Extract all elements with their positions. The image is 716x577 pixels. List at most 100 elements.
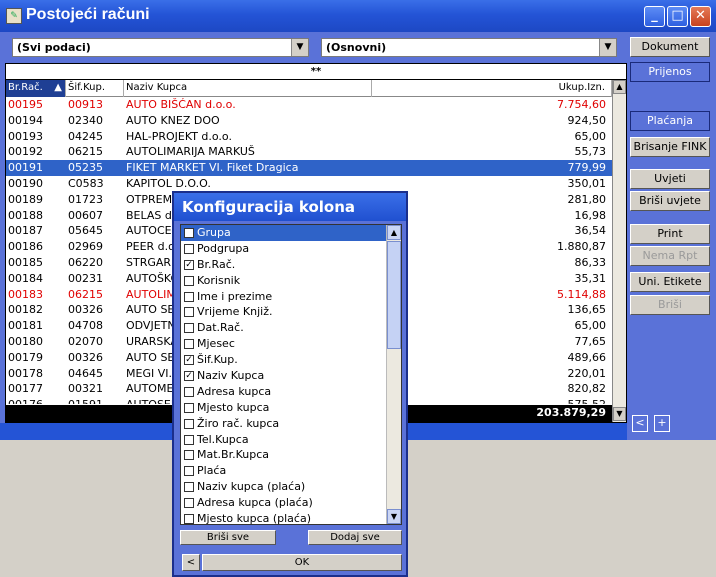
table-row[interactable]: 00194 02340 AUTO KNEZ DOO 924,50 [6, 113, 612, 129]
cell-naziv-kupca: AUTOLIMARIJA MARKUŠ [126, 145, 255, 159]
uvjeti-button[interactable]: Uvjeti [630, 169, 710, 189]
clear-all-button[interactable]: Briši sve [180, 530, 276, 545]
checkbox[interactable]: ✓ [184, 355, 194, 366]
prev-button[interactable]: < [632, 415, 648, 432]
checkbox[interactable] [184, 228, 194, 238]
checkbox[interactable] [184, 466, 194, 477]
list-item[interactable]: Mjesto kupca [181, 400, 401, 416]
list-item[interactable]: Plaća [181, 463, 401, 479]
dialog-title[interactable]: Konfiguracija kolona [174, 193, 406, 221]
checkbox[interactable] [184, 402, 194, 413]
list-item[interactable]: Ime i prezime [181, 289, 401, 305]
cell-ukup-izn: 350,01 [567, 176, 607, 190]
close-button[interactable]: ✕ [690, 6, 711, 27]
checklist-items: Grupa Podgrupa ✓ Br.Rač. Korisnik Ime i prezi… [181, 225, 401, 524]
list-item[interactable]: Grupa [181, 225, 401, 241]
list-item[interactable]: Vrijeme Knjiž. [181, 304, 401, 320]
checkbox[interactable]: ✓ [184, 371, 194, 382]
cell-br-rac: 00194 [8, 113, 43, 127]
cell-sif-kup: 04245 [68, 129, 103, 143]
cell-sif-kup: 05645 [68, 224, 103, 238]
table-row[interactable]: 00191 05235 FIKET MARKET VI. Fiket Dragica… [6, 160, 612, 176]
table-row[interactable]: 00192 06215 AUTOLIMARIJA MARKUŠ 55,73 [6, 144, 612, 160]
list-item[interactable]: ✓ Br.Rač. [181, 257, 401, 273]
checkbox[interactable] [184, 275, 194, 286]
table-row[interactable]: 00193 04245 HAL-PROJEKT d.o.o. 65,00 [6, 129, 612, 145]
column-header-br-rac[interactable]: Br.Rač. ▲ [6, 80, 66, 97]
checkbox[interactable] [184, 291, 194, 302]
group-header: ** [6, 64, 626, 80]
list-item[interactable]: Tel.Kupca [181, 432, 401, 448]
column-checklist[interactable]: Grupa Podgrupa ✓ Br.Rač. Korisnik Ime i prezi… [180, 224, 402, 525]
chevron-down-icon[interactable]: ▼ [599, 39, 616, 56]
add-button[interactable]: + [654, 415, 670, 432]
list-item-label: Mjesec [197, 337, 235, 351]
filter-select-left[interactable]: (Svi podaci) ▼ [12, 38, 309, 57]
checkbox[interactable] [184, 498, 194, 509]
list-item[interactable]: Adresa kupca (plaća) [181, 495, 401, 511]
column-header-naziv-kupca[interactable]: Naziv Kupca [124, 80, 372, 97]
cell-sif-kup: 02340 [68, 113, 103, 127]
cell-br-rac: 00185 [8, 255, 43, 269]
minimize-button[interactable]: _ [644, 6, 665, 27]
placanja-button[interactable]: Plaćanja [630, 111, 710, 131]
checkbox[interactable]: ✓ [184, 259, 194, 270]
brisi-button: Briši [630, 295, 710, 315]
scroll-thumb[interactable] [387, 241, 401, 349]
grid-scrollbar[interactable]: ▲ ▼ [612, 80, 626, 422]
scroll-down-icon[interactable]: ▼ [387, 509, 401, 524]
list-item[interactable]: ✓ Šif.Kup. [181, 352, 401, 368]
list-item[interactable]: Podgrupa [181, 241, 401, 257]
table-row[interactable]: 00190 C0583 KAPITOL D.O.O. 350,01 [6, 176, 612, 192]
checkbox[interactable] [184, 450, 194, 461]
checkbox[interactable] [184, 243, 194, 254]
uni-etikete-button[interactable]: Uni. Etikete [630, 272, 710, 292]
list-item[interactable]: Naziv kupca (plaća) [181, 479, 401, 495]
cell-ukup-izn: 5.114,88 [557, 287, 606, 301]
list-item[interactable]: Mjesto kupca (plaća) [181, 511, 401, 524]
table-row[interactable]: 00195 00913 AUTO BIŠĆAN d.o.o. 7.754,60 [6, 97, 612, 113]
cell-br-rac: 00179 [8, 350, 43, 364]
chevron-down-icon[interactable]: ▼ [291, 39, 308, 56]
cell-br-rac: 00186 [8, 240, 43, 254]
list-item[interactable]: Adresa kupca [181, 384, 401, 400]
scroll-up-icon[interactable]: ▲ [387, 225, 401, 240]
scroll-down-icon[interactable]: ▼ [613, 407, 626, 421]
list-item-label: Grupa [197, 226, 231, 239]
checkbox[interactable] [184, 307, 194, 318]
cell-ukup-izn: 575,52 [568, 397, 607, 404]
back-button[interactable]: < [182, 554, 200, 571]
checkbox[interactable] [184, 482, 194, 493]
add-all-button[interactable]: Dodaj sve [308, 530, 402, 545]
column-header-ukup-izn[interactable]: Ukup.Izn. [372, 80, 612, 97]
column-header-sif-kup[interactable]: Šif.Kup. [66, 80, 124, 97]
brisi-uvjete-button[interactable]: Briši uvjete [630, 191, 710, 211]
cell-sif-kup: 00326 [68, 350, 103, 364]
list-item[interactable]: Žiro rač. kupca [181, 416, 401, 432]
dokument-button[interactable]: Dokument [630, 37, 710, 57]
checkbox[interactable] [184, 386, 194, 397]
cell-ukup-izn: 1.880,87 [557, 240, 606, 254]
checkbox[interactable] [184, 418, 194, 429]
maximize-button[interactable]: □ [667, 6, 688, 27]
scroll-up-icon[interactable]: ▲ [613, 80, 626, 94]
list-item[interactable]: Korisnik [181, 273, 401, 289]
list-item[interactable]: Dat.Rač. [181, 320, 401, 336]
window-title: Postojeći računi [26, 6, 150, 23]
print-button[interactable]: Print [630, 224, 710, 244]
title-bar[interactable]: ✎ Postojeći računi _ □ ✕ [0, 0, 716, 32]
checkbox[interactable] [184, 514, 194, 524]
cell-sif-kup: 00607 [68, 208, 103, 222]
checkbox[interactable] [184, 339, 194, 350]
checkbox[interactable] [184, 323, 194, 334]
ok-button[interactable]: OK [202, 554, 402, 571]
list-item[interactable]: ✓ Naziv Kupca [181, 368, 401, 384]
cell-naziv-kupca: AUTO KNEZ DOO [126, 113, 220, 127]
brisanje-fink-button[interactable]: Brisanje FINK [630, 137, 710, 157]
list-item[interactable]: Mat.Br.Kupca [181, 447, 401, 463]
filter-select-right[interactable]: (Osnovni) ▼ [321, 38, 617, 57]
checkbox[interactable] [184, 434, 194, 445]
list-item[interactable]: Mjesec [181, 336, 401, 352]
checklist-scrollbar[interactable]: ▲ ▼ [386, 225, 401, 524]
prijenos-button[interactable]: Prijenos [630, 62, 710, 82]
